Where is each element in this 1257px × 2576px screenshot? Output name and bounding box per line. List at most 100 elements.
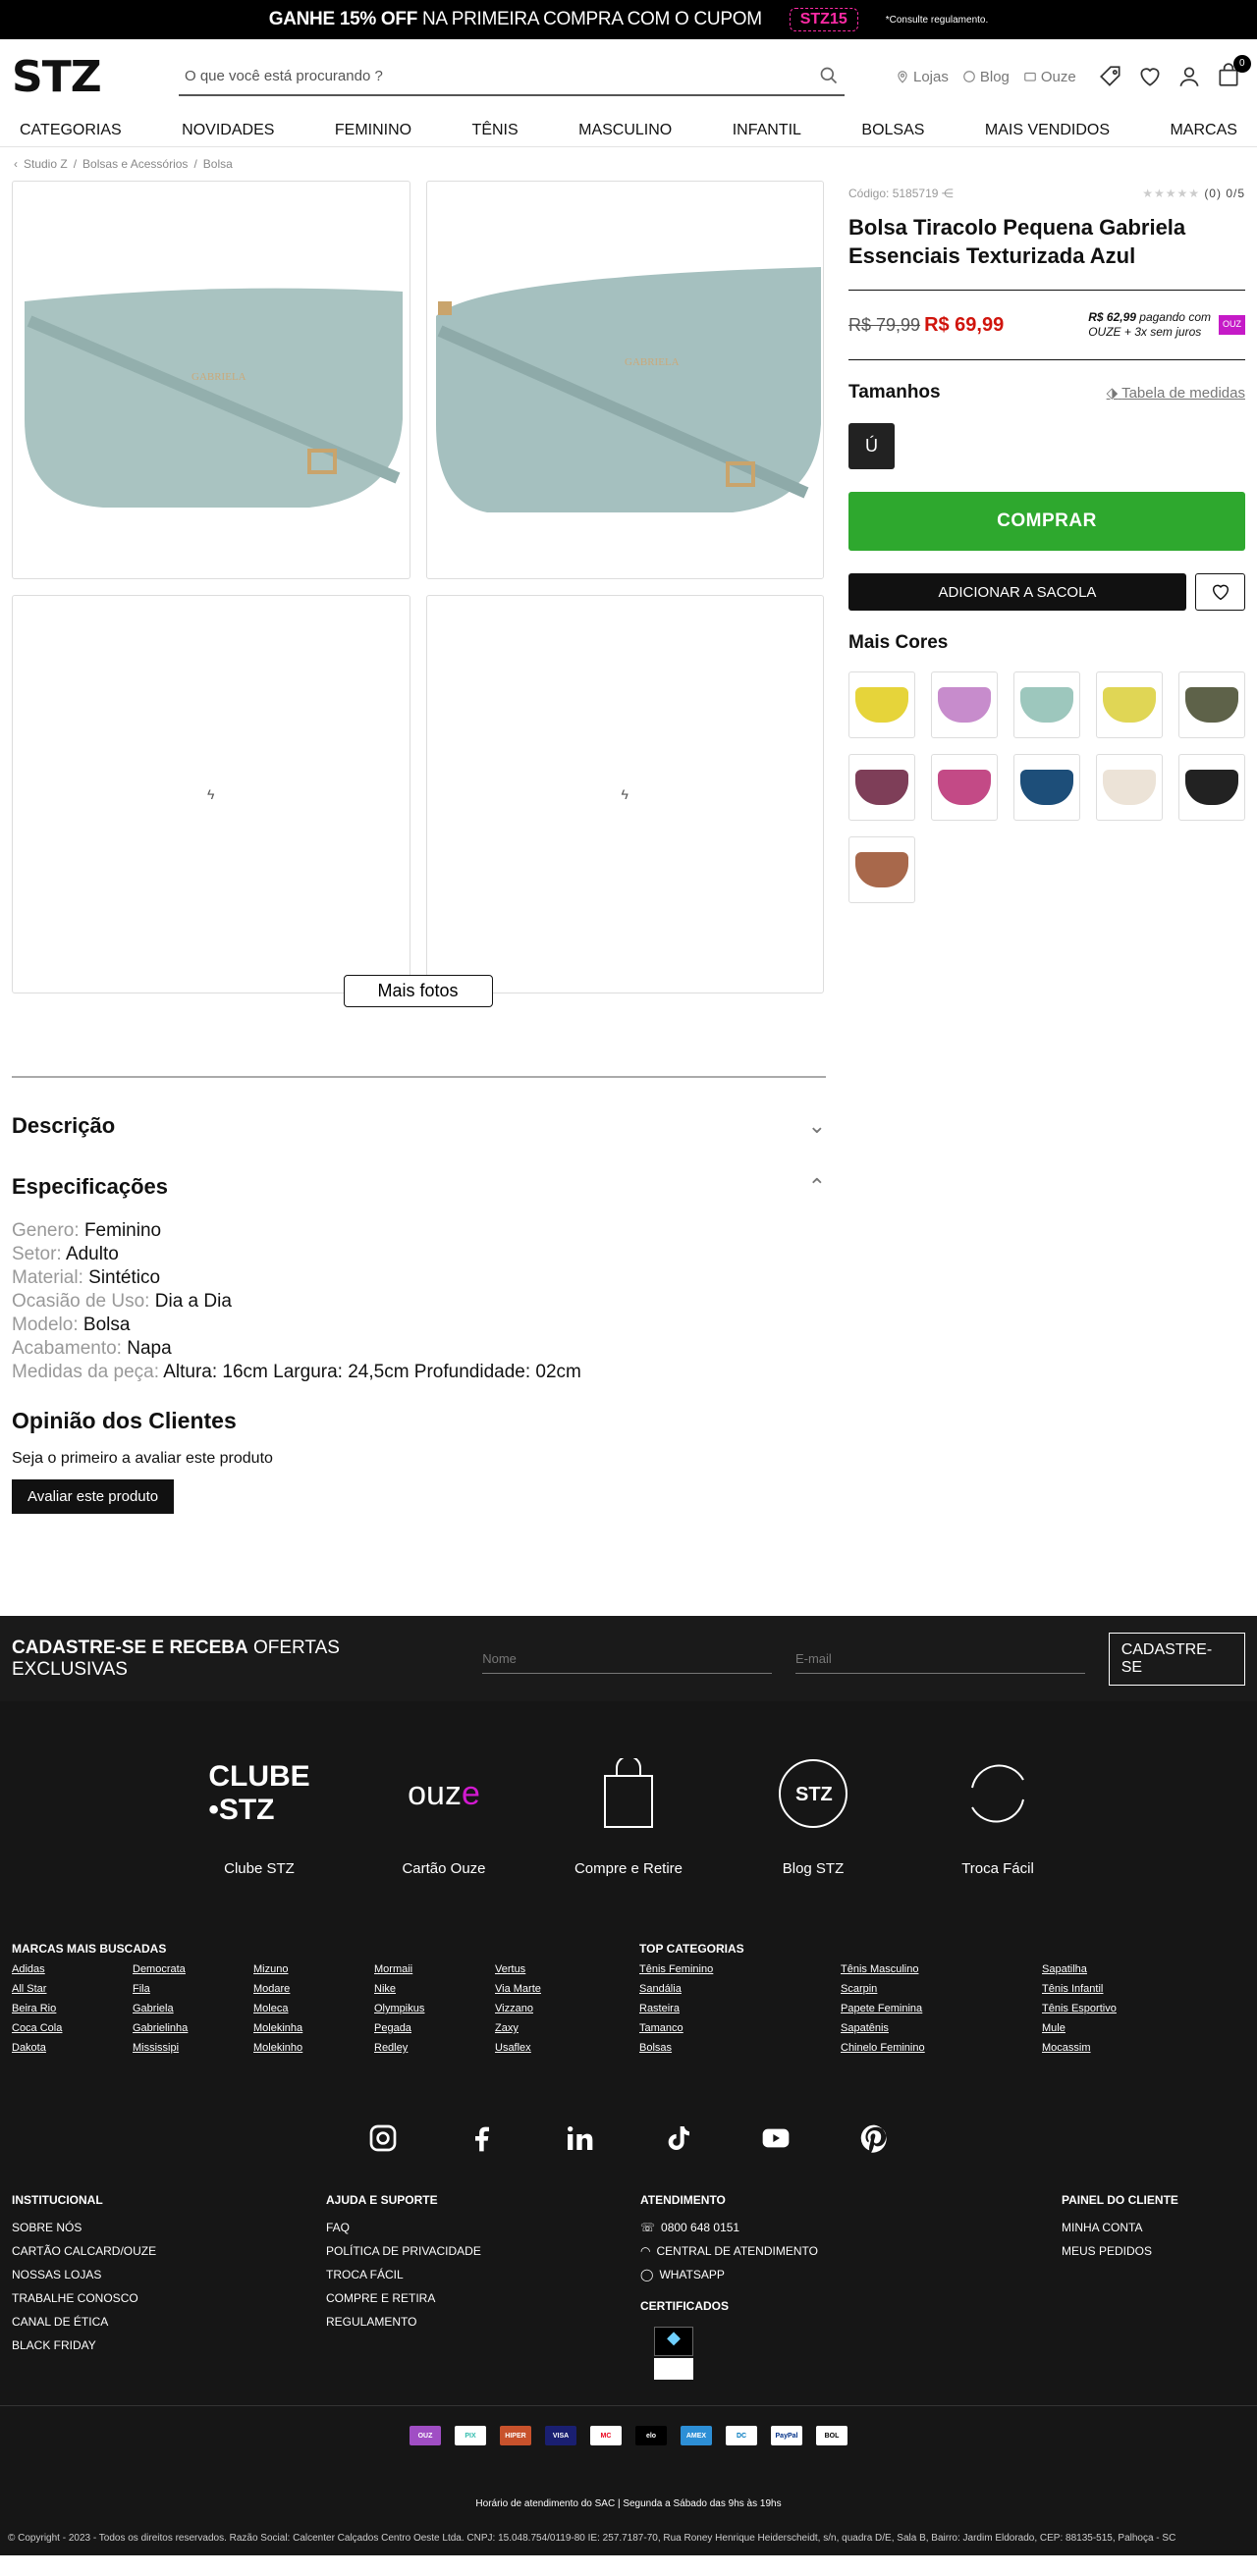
brands-link[interactable]: Moleca [253,2003,374,2022]
topcats-link[interactable]: Scarpin [841,1983,1042,2003]
product-photo-loading[interactable]: ϟ [425,595,824,993]
specs-accordion[interactable]: Especificações ⌃ [12,1174,826,1200]
ajuda-link[interactable]: COMPRE E RETIRA [326,2291,640,2305]
brands-link[interactable]: Zaxy [495,2022,616,2042]
share-icon[interactable]: ⋲ [942,187,954,200]
nav-categorias[interactable]: CATEGORIAS [20,122,122,139]
painel-link[interactable]: MINHA CONTA [1062,2221,1178,2234]
whatsapp-link[interactable]: ◯ WHATSAPP [640,2268,1062,2281]
color-swatch[interactable] [931,671,998,739]
brands-link[interactable]: Pegada [374,2022,495,2042]
coupon-code[interactable]: STZ15 [789,8,858,31]
topcats-link[interactable]: Papete Feminina [841,2003,1042,2022]
tiktok-icon[interactable] [662,2122,693,2154]
instagram-icon[interactable] [367,2122,399,2154]
brands-link[interactable]: Mizuno [253,1963,374,1983]
add-to-bag-button[interactable]: ADICIONAR A SACOLA [848,573,1186,612]
ajuda-link[interactable]: FAQ [326,2221,640,2234]
nav-mais-vendidos[interactable]: MAIS VENDIDOS [985,122,1110,139]
cart-button[interactable]: 0 [1216,54,1251,91]
breadcrumb-item[interactable]: Bolsas e Acessórios [82,157,188,171]
blog-link[interactable]: Blog [962,69,1010,85]
service-troca-facil[interactable]: Troca Fácil [939,1756,1057,1877]
brands-link[interactable]: Vizzano [495,2003,616,2022]
brands-link[interactable]: Molekinha [253,2022,374,2042]
brands-link[interactable]: Modare [253,1983,374,2003]
topcats-link[interactable]: Chinelo Feminino [841,2042,1042,2062]
brands-link[interactable]: Nike [374,1983,495,2003]
service-compre-retire[interactable]: Compre e Retire [570,1756,687,1877]
color-swatch[interactable] [848,836,915,904]
phone-link[interactable]: ☏ 0800 648 0151 [640,2221,1062,2234]
brands-link[interactable]: Via Marte [495,1983,616,2003]
topcats-link[interactable]: Bolsas [639,2042,841,2062]
brands-link[interactable]: Gabriela [133,2003,253,2022]
brands-link[interactable]: Redley [374,2042,495,2062]
ouze-link[interactable]: Ouze [1023,69,1076,85]
rating-stars[interactable]: ★★★★★ (0) 0/5 [1142,187,1245,200]
nav-marcas[interactable]: MARCAS [1170,122,1236,139]
brands-link[interactable]: Adidas [12,1963,133,1983]
review-button[interactable]: Avaliar este produto [12,1479,175,1514]
institucional-link[interactable]: CARTÃO CALCARD/OUZE [12,2244,326,2258]
brands-link[interactable]: Mormaii [374,1963,495,1983]
rules-link[interactable]: *Consulte regulamento. [886,15,989,26]
newsletter-email-input[interactable] [794,1643,1085,1674]
breadcrumb-item[interactable]: Bolsa [203,157,233,171]
topcats-link[interactable]: Tênis Masculino [841,1963,1042,1983]
topcats-link[interactable]: Sapatênis [841,2022,1042,2042]
topcats-link[interactable]: Tênis Feminino [639,1963,841,1983]
institucional-link[interactable]: NOSSAS LOJAS [12,2268,326,2281]
painel-link[interactable]: MEUS PEDIDOS [1062,2244,1178,2258]
search-icon[interactable] [819,66,839,85]
institucional-link[interactable]: TRABALHE CONOSCO [12,2291,326,2305]
facebook-icon[interactable] [465,2122,497,2154]
topcats-link[interactable]: Sandália [639,1983,841,2003]
brands-link[interactable]: Beira Rio [12,2003,133,2022]
brands-link[interactable]: Olympikus [374,2003,495,2022]
brands-link[interactable]: Usaflex [495,2042,616,2062]
nav-tenis[interactable]: TÊNIS [472,122,519,139]
linkedin-icon[interactable] [564,2122,595,2154]
more-photos-button[interactable]: Mais fotos [343,975,493,1007]
brands-link[interactable]: Molekinho [253,2042,374,2062]
product-photo[interactable]: GABRIELA [12,181,410,579]
topcats-link[interactable]: Rasteira [639,2003,841,2022]
brands-link[interactable]: Coca Cola [12,2022,133,2042]
topcats-link[interactable]: Mocassim [1042,2042,1243,2062]
ajuda-link[interactable]: REGULAMENTO [326,2315,640,2329]
service-cartao-ouze[interactable]: ouz e Cartão Ouze [385,1756,503,1878]
institucional-link[interactable]: SOBRE NÓS [12,2221,326,2234]
newsletter-name-input[interactable] [482,1643,772,1674]
color-swatch[interactable] [1013,754,1080,822]
institucional-link[interactable]: CANAL DE ÉTICA [12,2315,326,2329]
topcats-link[interactable]: Sapatilha [1042,1963,1243,1983]
service-blog-stz[interactable]: STZ Blog STZ [754,1756,872,1877]
description-accordion[interactable]: Descrição ⌄ [12,1113,826,1139]
product-photo[interactable]: GABRIELA [425,181,824,579]
heart-icon[interactable] [1137,64,1163,89]
ajuda-link[interactable]: POLÍTICA DE PRIVACIDADE [326,2244,640,2258]
nav-bolsas[interactable]: BOLSAS [861,122,924,139]
color-swatch[interactable] [848,671,915,739]
topcats-link[interactable]: Tênis Infantil [1042,1983,1243,2003]
nav-novidades[interactable]: NOVIDADES [182,122,274,139]
brands-link[interactable]: Fila [133,1983,253,2003]
search-input[interactable] [185,67,819,84]
color-swatch[interactable] [1013,671,1080,739]
color-swatch[interactable] [931,754,998,822]
service-clube-stz[interactable]: CLUBE •STZ Clube STZ [200,1756,318,1877]
nav-masculino[interactable]: MASCULINO [578,122,672,139]
ajuda-link[interactable]: TROCA FÁCIL [326,2268,640,2281]
brands-link[interactable]: Mississipi [133,2042,253,2062]
product-photo-loading[interactable]: ϟ [12,595,410,993]
size-chart-link[interactable]: ⬗ Tabela de medidas [1107,384,1245,402]
central-link[interactable]: ◠ CENTRAL DE ATENDIMENTO [640,2244,1062,2258]
size-option[interactable]: Ú [848,423,895,470]
pinterest-icon[interactable] [858,2122,890,2154]
nav-feminino[interactable]: FEMININO [335,122,411,139]
stores-link[interactable]: Lojas [896,69,949,85]
brands-link[interactable]: Gabrielinha [133,2022,253,2042]
nav-infantil[interactable]: INFANTIL [733,122,801,139]
buy-button[interactable]: COMPRAR [848,492,1245,552]
